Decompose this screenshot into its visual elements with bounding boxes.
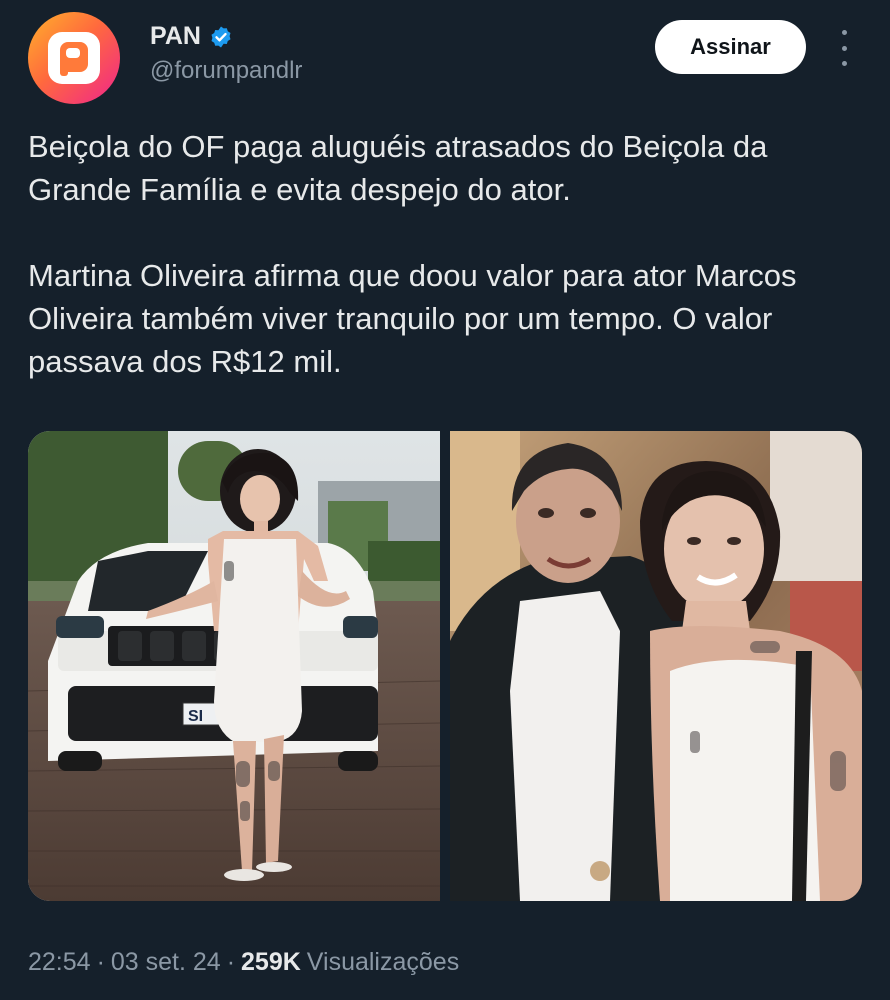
photo-man-and-woman-image: [450, 431, 862, 901]
subscribe-button[interactable]: Assinar: [655, 20, 806, 74]
meta-separator: ·: [226, 948, 236, 976]
views-count: 259K: [241, 948, 301, 976]
tweet-date[interactable]: 03 set. 24: [111, 948, 221, 977]
photo-woman-with-suv-image: SI: [28, 431, 440, 901]
author-name-row: PAN: [150, 22, 233, 51]
views-label: Visualizações: [306, 948, 460, 976]
tweet-paragraph: Beiçola do OF paga aluguéis atrasados do…: [28, 129, 768, 207]
dot: [841, 61, 847, 66]
tweet-meta: 22:54 · 03 set. 24 · 259K Visualizações: [28, 948, 459, 977]
tweet-header: PAN @forumpandlr Assinar: [0, 0, 890, 110]
pan-logo-icon: [48, 32, 100, 84]
photo-man-and-woman[interactable]: [450, 431, 862, 901]
verified-badge-icon: [211, 26, 231, 47]
tweet-text: Beiçola do OF paga aluguéis atrasados do…: [28, 125, 868, 383]
more-vertical-icon[interactable]: [834, 30, 854, 66]
dot: [841, 45, 847, 51]
author-handle[interactable]: @forumpandlr: [150, 57, 302, 85]
meta-separator: ·: [96, 948, 105, 976]
tweet-time[interactable]: 22:54: [28, 948, 91, 977]
author-name[interactable]: PAN: [150, 22, 201, 51]
tweet-media: SI: [28, 431, 862, 901]
dot: [841, 30, 847, 35]
avatar[interactable]: [28, 12, 120, 104]
tweet-paragraph: Martina Oliveira afirma que doou valor p…: [28, 258, 797, 379]
plate-text: SI: [188, 708, 203, 725]
photo-woman-with-suv[interactable]: SI: [28, 431, 440, 901]
